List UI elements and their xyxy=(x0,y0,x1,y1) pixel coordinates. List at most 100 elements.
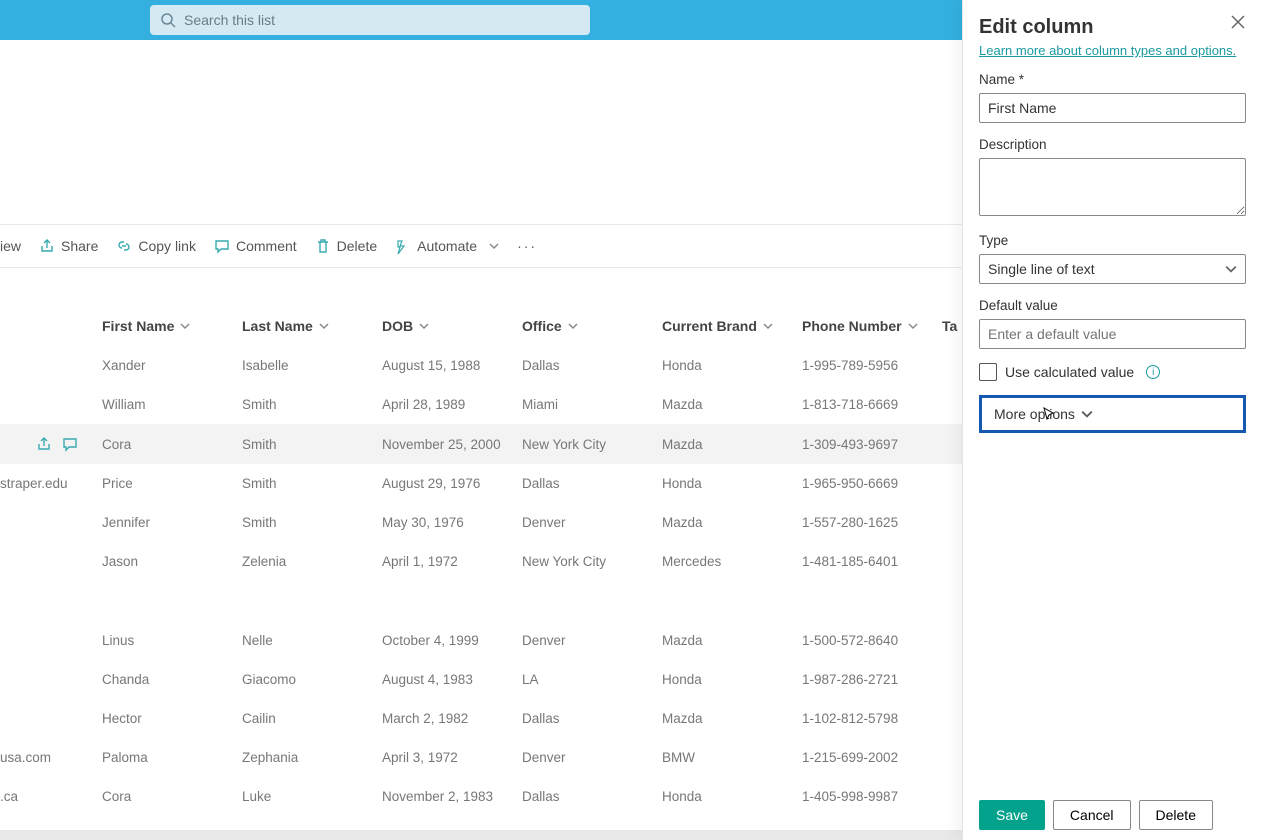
cancel-button[interactable]: Cancel xyxy=(1053,800,1131,830)
col-ta-label: Ta xyxy=(942,318,957,334)
share-icon[interactable] xyxy=(36,436,52,452)
cell-office: Denver xyxy=(516,738,656,777)
cell-brand: Honda xyxy=(656,660,796,699)
name-input[interactable] xyxy=(979,93,1246,123)
cell-first: Hector xyxy=(96,699,236,738)
share-icon xyxy=(39,238,55,254)
more-options-button[interactable]: More options xyxy=(979,395,1246,433)
cell-phone: 1-965-950-6669 xyxy=(796,464,936,503)
cell-last: Smith xyxy=(236,424,376,464)
cell-dob: August 15, 1988 xyxy=(376,346,516,385)
cell-dob: November 2, 1983 xyxy=(376,777,516,816)
cell-phone: 1-102-812-5798 xyxy=(796,699,936,738)
horizontal-scrollbar[interactable] xyxy=(0,830,962,840)
chevron-down-icon xyxy=(180,321,190,331)
automate-command[interactable]: Automate xyxy=(395,238,499,254)
cell-office: Denver xyxy=(516,503,656,542)
cell-dob: April 1, 1972 xyxy=(376,542,516,581)
chevron-down-icon xyxy=(319,321,329,331)
cell-dob: May 30, 1976 xyxy=(376,503,516,542)
search-icon xyxy=(160,12,176,28)
more-commands[interactable]: ··· xyxy=(517,238,537,254)
close-icon[interactable] xyxy=(1230,14,1246,30)
cell-office: Denver xyxy=(516,621,656,660)
col-last-name[interactable]: Last Name xyxy=(236,306,376,346)
type-select[interactable]: Single line of text xyxy=(979,254,1246,284)
cell-dob: April 28, 1989 xyxy=(376,385,516,424)
cell-dob: August 29, 1976 xyxy=(376,464,516,503)
chevron-down-icon xyxy=(908,321,918,331)
description-label: Description xyxy=(979,137,1246,152)
row-pre-text: usa.com xyxy=(0,750,51,765)
view-command[interactable]: iew xyxy=(0,238,21,254)
search-input[interactable] xyxy=(184,12,580,28)
cell-brand: Honda xyxy=(656,777,796,816)
cell-office: Dallas xyxy=(516,699,656,738)
cell-dob: April 3, 1972 xyxy=(376,738,516,777)
comment-command[interactable]: Comment xyxy=(214,238,297,254)
cell-phone: 1-813-718-6669 xyxy=(796,385,936,424)
cell-dob: March 2, 1982 xyxy=(376,699,516,738)
comment-icon[interactable] xyxy=(62,436,78,452)
row-pre-text: .ca xyxy=(0,789,18,804)
share-label: Share xyxy=(61,238,98,254)
flow-icon xyxy=(395,238,411,254)
calculated-value-checkbox[interactable] xyxy=(979,363,997,381)
cell-last: Smith xyxy=(236,464,376,503)
cell-phone: 1-481-185-6401 xyxy=(796,542,936,581)
cell-last: Nelle xyxy=(236,621,376,660)
cell-brand: Mercedes xyxy=(656,542,796,581)
panel-title: Edit column xyxy=(979,16,1246,39)
info-icon[interactable]: i xyxy=(1146,365,1160,379)
cell-phone: 1-500-572-8640 xyxy=(796,621,936,660)
col-phone-number[interactable]: Phone Number xyxy=(796,306,936,346)
cell-brand: Honda xyxy=(656,464,796,503)
learn-more-link[interactable]: Learn more about column types and option… xyxy=(979,43,1246,58)
cell-first: Cora xyxy=(96,777,236,816)
default-value-input[interactable] xyxy=(979,319,1246,349)
cell-first: Jason xyxy=(96,542,236,581)
cell-last: Isabelle xyxy=(236,346,376,385)
cell-last: Giacomo xyxy=(236,660,376,699)
cell-brand: Mazda xyxy=(656,385,796,424)
delete-label: Delete xyxy=(337,238,377,254)
copylink-label: Copy link xyxy=(138,238,196,254)
calculated-value-label: Use calculated value xyxy=(1005,364,1134,380)
cell-first: Chanda xyxy=(96,660,236,699)
cell-office: Miami xyxy=(516,385,656,424)
col-current-brand[interactable]: Current Brand xyxy=(656,306,796,346)
comment-label: Comment xyxy=(236,238,297,254)
cell-phone: 1-995-789-5956 xyxy=(796,346,936,385)
cell-last: Smith xyxy=(236,385,376,424)
cell-last: Zephania xyxy=(236,738,376,777)
cell-brand: Mazda xyxy=(656,699,796,738)
cell-dob: November 25, 2000 xyxy=(376,424,516,464)
copylink-command[interactable]: Copy link xyxy=(116,238,196,254)
delete-button[interactable]: Delete xyxy=(1139,800,1213,830)
cell-office: New York City xyxy=(516,424,656,464)
chevron-down-icon xyxy=(1225,263,1237,275)
delete-command[interactable]: Delete xyxy=(315,238,377,254)
cell-first: Jennifer xyxy=(96,503,236,542)
cell-brand: Honda xyxy=(656,346,796,385)
cell-first: William xyxy=(96,385,236,424)
search-box[interactable] xyxy=(150,5,590,35)
col-first-name[interactable]: First Name xyxy=(96,306,236,346)
chevron-down-icon xyxy=(763,321,773,331)
cell-brand: Mazda xyxy=(656,621,796,660)
cell-phone: 1-405-998-9987 xyxy=(796,777,936,816)
col-dob[interactable]: DOB xyxy=(376,306,516,346)
type-value: Single line of text xyxy=(988,261,1095,277)
trash-icon xyxy=(315,238,331,254)
cell-last: Zelenia xyxy=(236,542,376,581)
save-button[interactable]: Save xyxy=(979,800,1045,830)
comment-icon xyxy=(214,238,230,254)
share-command[interactable]: Share xyxy=(39,238,98,254)
edit-column-panel: Edit column Learn more about column type… xyxy=(962,0,1262,840)
col-office[interactable]: Office xyxy=(516,306,656,346)
description-input[interactable] xyxy=(979,158,1246,216)
cell-brand: Mazda xyxy=(656,424,796,464)
cell-dob: October 4, 1999 xyxy=(376,621,516,660)
col-office-label: Office xyxy=(522,318,562,334)
cursor-icon xyxy=(1040,407,1056,423)
